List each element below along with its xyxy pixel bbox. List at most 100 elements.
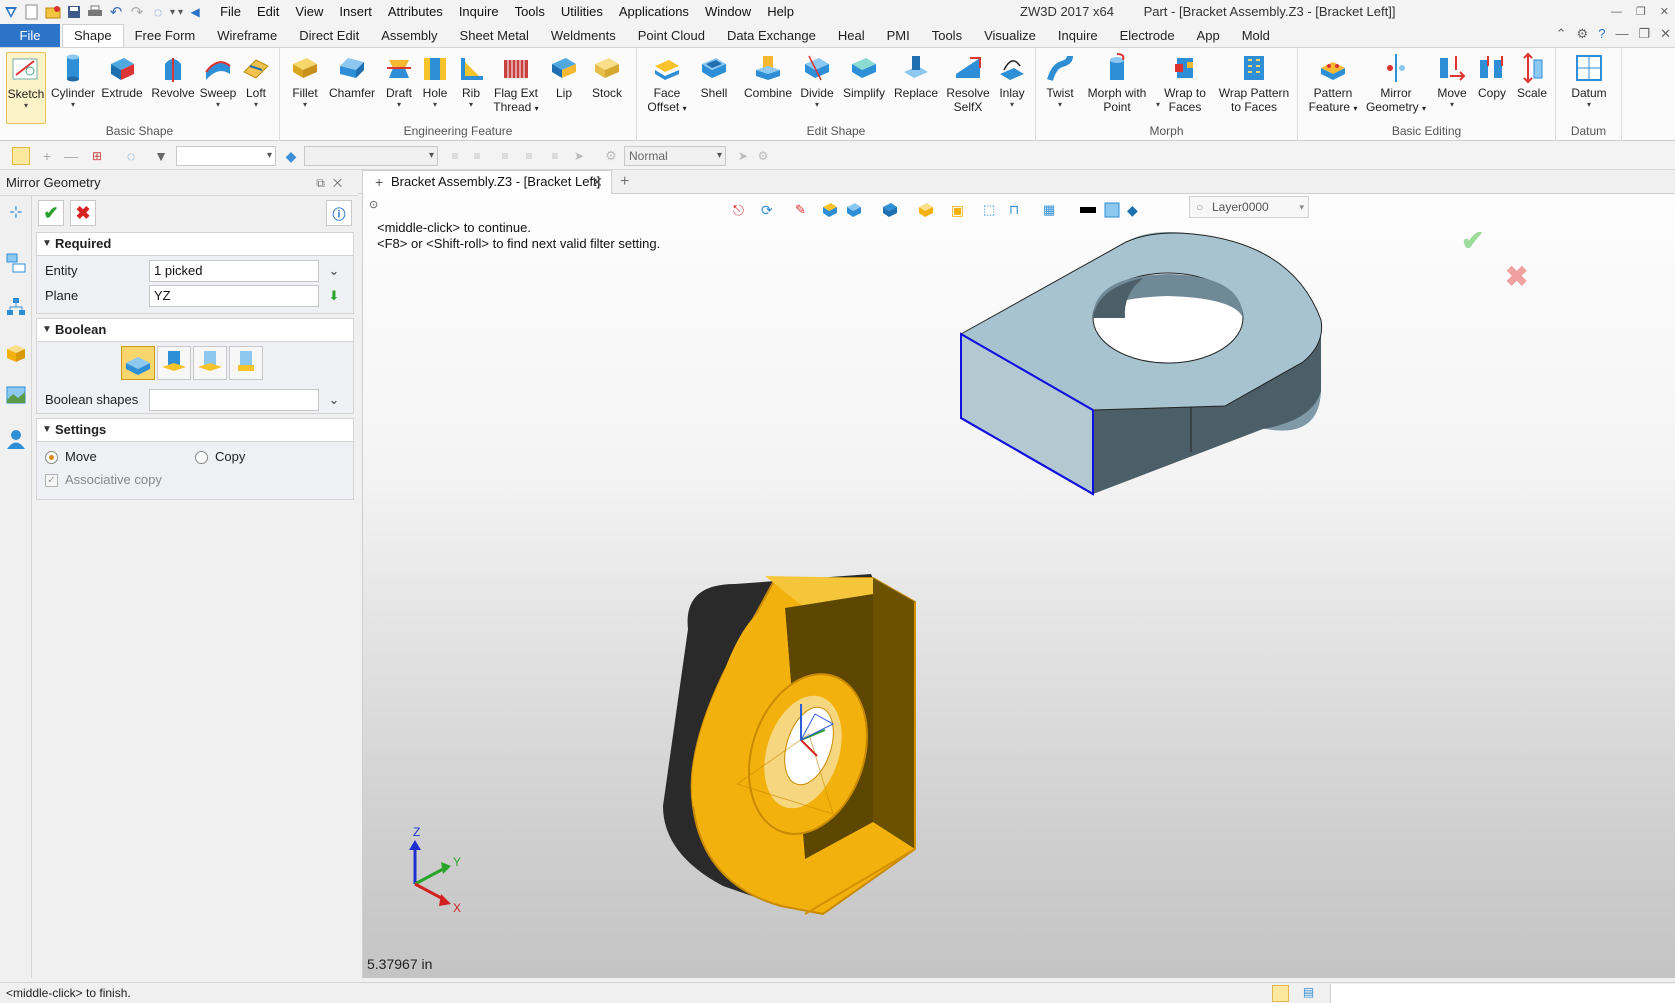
menu-file[interactable]: File — [212, 0, 249, 24]
boolean-intersect-button[interactable] — [229, 346, 263, 380]
status-list-icon[interactable]: ▤ — [1300, 985, 1317, 1002]
face-offset-button[interactable]: Face Offset ▾ — [645, 52, 689, 116]
section-boolean[interactable]: ▼ Boolean — [36, 318, 354, 342]
pointer-icon[interactable]: ➤ — [734, 147, 752, 165]
tab-inquire[interactable]: Inquire — [1047, 24, 1109, 47]
status-layout-icon[interactable] — [1272, 985, 1289, 1002]
selected-bracket[interactable] — [663, 574, 916, 916]
render-mode-combo[interactable]: Normal — [624, 146, 726, 166]
menu-tools[interactable]: Tools — [507, 0, 553, 24]
sketch-button[interactable]: Sketch ▾ — [6, 52, 46, 124]
inlay-button[interactable]: Inlay ▾ — [993, 52, 1031, 110]
tab-wireframe[interactable]: Wireframe — [206, 24, 288, 47]
settings-gear-icon[interactable]: ⚙ — [1577, 26, 1589, 42]
move-button[interactable]: Move ▾ — [1432, 52, 1472, 110]
twist-button[interactable]: Twist ▾ — [1042, 52, 1078, 110]
box-select-icon[interactable]: ⊞ — [88, 147, 106, 165]
stack-icon[interactable]: ≡ — [546, 147, 564, 165]
close-tab-icon[interactable]: ✕ — [591, 171, 603, 193]
close-window-icon[interactable]: ✕ — [1660, 0, 1669, 24]
snap-icon[interactable]: ⚙ — [754, 147, 772, 165]
rib-button[interactable]: Rib ▾ — [454, 52, 488, 110]
mirror-geometry-button[interactable]: Mirror Geometry ▾ — [1364, 52, 1428, 116]
plane-field[interactable]: YZ — [149, 285, 319, 307]
tab-assembly[interactable]: Assembly — [370, 24, 448, 47]
restore-doc-icon[interactable]: ❐ — [1638, 26, 1650, 42]
stock-button[interactable]: Stock — [586, 52, 628, 100]
section-required[interactable]: ▼ Required — [36, 232, 354, 256]
align-center-icon[interactable]: ≡ — [468, 147, 486, 165]
lip-button[interactable]: Lip — [546, 52, 582, 100]
replace-button[interactable]: Replace — [893, 52, 939, 100]
assembly-manager-icon[interactable] — [5, 296, 27, 318]
save-icon[interactable] — [65, 3, 83, 21]
new-tab-icon[interactable]: + — [620, 170, 629, 194]
tab-point-cloud[interactable]: Point Cloud — [627, 24, 716, 47]
print-icon[interactable] — [86, 3, 104, 21]
wrap-pattern-button[interactable]: Wrap Pattern to Faces — [1214, 52, 1294, 114]
history-manager-icon[interactable] — [5, 252, 27, 274]
loft-button[interactable]: Loft ▾ — [238, 52, 274, 110]
resolve-selfx-button[interactable]: Resolve SelfX — [945, 52, 991, 114]
undo-icon[interactable]: ↶ — [107, 3, 125, 21]
morph-with-point-button[interactable]: Morph with Point — [1082, 52, 1152, 114]
remove-pick-icon[interactable]: — — [62, 147, 80, 165]
dropdown-arrow-icon[interactable]: ▾ — [170, 7, 175, 18]
new-file-icon[interactable] — [23, 3, 41, 21]
menu-applications[interactable]: Applications — [611, 0, 697, 24]
fillet-button[interactable]: Fillet ▾ — [286, 52, 324, 110]
part-library-icon[interactable] — [5, 342, 27, 364]
tab-weldments[interactable]: Weldments — [540, 24, 627, 47]
extrude-button[interactable]: Extrude — [98, 52, 146, 100]
copy-radio[interactable] — [195, 451, 208, 464]
tab-app[interactable]: App — [1186, 24, 1231, 47]
back-arrow-icon[interactable]: ◀ — [186, 3, 204, 21]
menu-help[interactable]: Help — [759, 0, 802, 24]
tab-visualize[interactable]: Visualize — [973, 24, 1047, 47]
select-mode-icon[interactable]: ◌ — [149, 3, 167, 21]
combine-button[interactable]: Combine — [741, 52, 795, 100]
lasso-select-icon[interactable]: ◌ — [122, 147, 140, 165]
shell-button[interactable]: Shell — [695, 52, 733, 100]
command-input[interactable] — [1330, 984, 1675, 1003]
hole-button[interactable]: Hole ▾ — [418, 52, 452, 110]
divide-button[interactable]: Divide ▾ — [797, 52, 837, 110]
boolean-remove-button[interactable] — [193, 346, 227, 380]
boolean-add-button[interactable] — [157, 346, 191, 380]
collapse-ribbon-icon[interactable]: ⌃ — [1556, 26, 1567, 42]
tab-heal[interactable]: Heal — [827, 24, 876, 47]
app-logo-icon[interactable] — [2, 3, 20, 21]
datum-button[interactable]: Datum ▾ — [1566, 52, 1612, 110]
chamfer-button[interactable]: Chamfer — [326, 52, 378, 100]
selection-combo[interactable] — [304, 146, 438, 166]
cancel-button[interactable]: ✖ — [70, 200, 96, 226]
tab-shape[interactable]: Shape — [62, 24, 124, 47]
associative-copy-checkbox[interactable]: ✓ — [45, 474, 58, 487]
ok-button[interactable]: ✔ — [38, 200, 64, 226]
tab-bracket-assembly[interactable]: + Bracket Assembly.Z3 - [Bracket Left] ✕ — [362, 170, 612, 194]
render-settings-icon[interactable]: ⚙ — [602, 147, 620, 165]
sweep-button[interactable]: Sweep ▾ — [198, 52, 238, 110]
tab-electrode[interactable]: Electrode — [1109, 24, 1186, 47]
boolean-shapes-options-icon[interactable]: ⌄ — [323, 389, 345, 411]
plane-pick-icon[interactable]: ⬇ — [323, 285, 345, 307]
info-button[interactable]: ⓘ — [326, 200, 352, 226]
flag-ext-thread-button[interactable]: Flag Ext Thread ▾ — [490, 52, 542, 116]
cursor-icon[interactable]: ➤ — [570, 147, 588, 165]
align-right-icon[interactable]: ≡ — [496, 147, 514, 165]
revolve-button[interactable]: Revolve — [150, 52, 196, 100]
filter-icon[interactable]: ▼ — [152, 147, 170, 165]
move-radio[interactable] — [45, 451, 58, 464]
copy-button[interactable]: Copy — [1474, 52, 1510, 100]
wrap-to-faces-button[interactable]: Wrap to Faces — [1158, 52, 1212, 114]
menu-inquire[interactable]: Inquire — [451, 0, 507, 24]
menu-insert[interactable]: Insert — [331, 0, 380, 24]
boolean-shapes-field[interactable] — [149, 389, 319, 411]
filter-combo[interactable] — [176, 146, 276, 166]
tab-free-form[interactable]: Free Form — [124, 24, 207, 47]
menu-attributes[interactable]: Attributes — [380, 0, 451, 24]
tab-tools[interactable]: Tools — [921, 24, 973, 47]
entity-options-icon[interactable]: ⌄ — [323, 260, 345, 282]
add-pick-icon[interactable]: + — [38, 147, 56, 165]
pick-filter-icon[interactable] — [12, 147, 30, 165]
